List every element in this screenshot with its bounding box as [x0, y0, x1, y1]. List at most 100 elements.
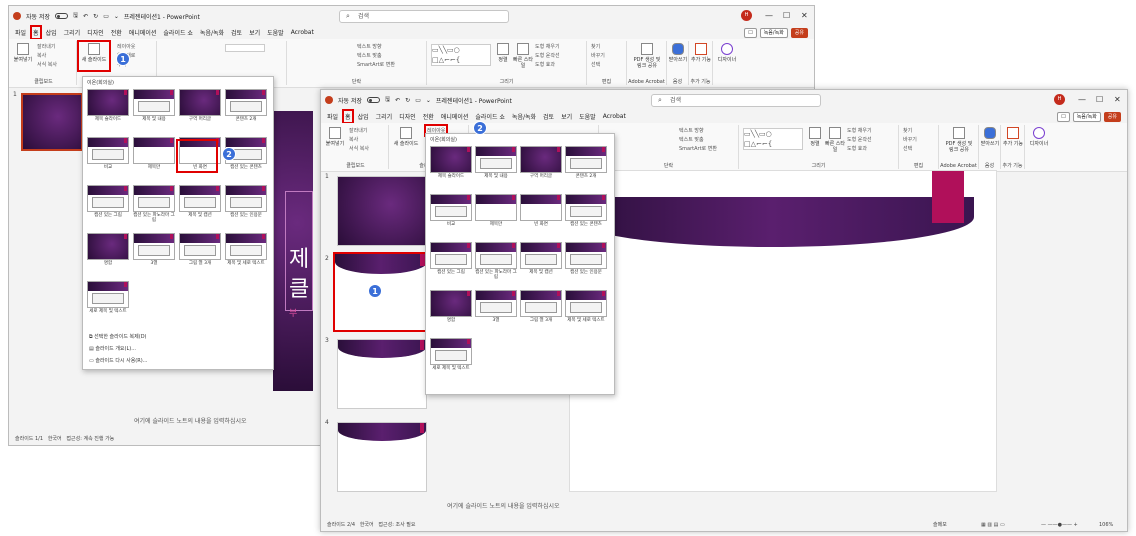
avatar[interactable]: H	[1054, 94, 1065, 105]
tab-review[interactable]: 검토	[543, 112, 554, 121]
tab-animations[interactable]: 애니메이션	[129, 28, 157, 37]
replace-button[interactable]: 바꾸기	[591, 52, 605, 59]
zoom-slider[interactable]: — ——●—— +	[1041, 519, 1078, 531]
slide-thumbnail-4[interactable]	[337, 422, 427, 492]
paste-button[interactable]: 붙여넣기	[325, 127, 345, 147]
cut-button[interactable]: 잘라내기	[349, 127, 367, 134]
dictate-button[interactable]: 받아쓰기	[668, 43, 688, 63]
align-text-button[interactable]: 텍스트 맞춤	[357, 52, 382, 59]
layout-option[interactable]: 캡션 있는 콘텐츠	[565, 194, 607, 227]
slide-canvas[interactable]	[569, 170, 997, 492]
slide-thumbnail-1[interactable]	[21, 93, 83, 151]
text-direction-button[interactable]: 텍스트 방향	[679, 127, 704, 134]
shape-effects-button[interactable]: 도형 효과	[847, 145, 867, 152]
layout-option[interactable]: 그림 열 3개	[520, 290, 562, 323]
layout-button[interactable]: 레이아웃	[117, 43, 135, 50]
tab-insert[interactable]: 삽입	[358, 112, 369, 121]
select-button[interactable]: 선택	[903, 145, 912, 152]
tab-animations[interactable]: 애니메이션	[441, 112, 469, 121]
arrange-button[interactable]: 정렬	[805, 127, 825, 147]
arrange-button[interactable]: 정렬	[493, 43, 513, 63]
quick-styles-button[interactable]: 빠른 스타일	[825, 127, 845, 153]
layout-option[interactable]: 제목 및 캡션	[179, 185, 221, 218]
tab-transitions[interactable]: 전환	[111, 28, 122, 37]
layout-option[interactable]: 캡션 있는 파노라마 그림	[475, 242, 517, 280]
format-painter-button[interactable]: 서식 복사	[37, 61, 57, 68]
designer-button[interactable]: 디자이너	[1029, 127, 1049, 147]
tab-acrobat[interactable]: Acrobat	[603, 113, 626, 120]
tab-file[interactable]: 파일	[15, 28, 26, 37]
reuse-slides-item[interactable]: ▭ 슬라이드 다시 사용(R)...	[89, 357, 147, 364]
tab-slideshow[interactable]: 슬라이드 쇼	[475, 112, 505, 121]
layout-option[interactable]: 제목 슬라이드	[87, 89, 129, 122]
tab-review[interactable]: 검토	[231, 28, 242, 37]
layout-option[interactable]: 제목 슬라이드	[430, 146, 472, 179]
layout-option[interactable]: 비교	[430, 194, 472, 227]
tab-acrobat[interactable]: Acrobat	[291, 29, 314, 36]
layout-option[interactable]: 비교	[87, 137, 129, 170]
comment-button[interactable]: ☐	[744, 27, 757, 38]
layout-option[interactable]: 캡션 있는 그림	[430, 242, 472, 275]
layout-option[interactable]: 제목만	[133, 137, 175, 170]
tab-record[interactable]: 녹음/녹화	[512, 112, 536, 121]
tab-design[interactable]: 디자인	[87, 28, 104, 37]
layout-option[interactable]: 제목 및 내용	[133, 89, 175, 122]
layout-option[interactable]: 빈 화면	[520, 194, 562, 227]
tab-draw[interactable]: 그리기	[64, 28, 81, 37]
minimize-icon[interactable]: —	[765, 11, 773, 20]
format-painter-button[interactable]: 서식 복사	[349, 145, 369, 152]
tab-design[interactable]: 디자인	[399, 112, 416, 121]
copy-button[interactable]: 복사	[349, 136, 358, 143]
layout-option[interactable]: 캡션 있는 인용문	[225, 185, 267, 218]
layout-option[interactable]: 콘텐츠 2개	[225, 89, 267, 122]
duplicate-slide-item[interactable]: ⧉ 선택한 슬라이드 복제(D)	[89, 333, 147, 340]
notes-pane[interactable]: 여기에 슬라이드 노트의 내용을 입력하십시오	[134, 416, 247, 425]
layout-option[interactable]: 캡션 있는 그림	[87, 185, 129, 218]
designer-button[interactable]: 디자이너	[717, 43, 737, 63]
zoom-level[interactable]: 106%	[1099, 519, 1113, 531]
accessibility-status[interactable]: 접근성: 계속 진행 가능	[66, 436, 114, 442]
record-button[interactable]: 녹음/녹화	[1072, 111, 1101, 122]
shape-outline-button[interactable]: 도형 윤곽선	[535, 52, 560, 59]
tab-record[interactable]: 녹음/녹화	[200, 28, 224, 37]
smartart-button[interactable]: SmartArt로 변환	[357, 61, 395, 68]
tab-help[interactable]: 도움말	[579, 112, 596, 121]
save-icon[interactable]: 🖫	[385, 95, 390, 105]
tab-view[interactable]: 보기	[249, 28, 260, 37]
close-icon[interactable]: ✕	[1114, 95, 1121, 104]
accessibility-status[interactable]: 접근성: 조사 필요	[378, 522, 415, 528]
restore-icon[interactable]: ☐	[783, 11, 790, 20]
search-input[interactable]: ⌕ 검색	[651, 94, 821, 107]
layout-option[interactable]: 제목만	[475, 194, 517, 227]
present-icon[interactable]: ▭	[103, 13, 109, 20]
record-button[interactable]: 녹음/녹화	[759, 27, 788, 38]
addins-button[interactable]: 추가 기능	[1003, 127, 1023, 147]
new-slide-button[interactable]: 새 슬라이드	[77, 40, 111, 72]
layout-option[interactable]: 세로 제목 및 텍스트	[430, 338, 472, 371]
layout-option[interactable]: 캡션 있는 인용문	[565, 242, 607, 275]
language-indicator[interactable]: 한국어	[48, 436, 62, 442]
tab-slideshow[interactable]: 슬라이드 쇼	[163, 28, 193, 37]
tab-help[interactable]: 도움말	[267, 28, 284, 37]
tab-insert[interactable]: 삽입	[46, 28, 57, 37]
notes-pane[interactable]: 여기에 슬라이드 노트의 내용을 입력하십시오	[447, 501, 560, 510]
view-buttons[interactable]: ▦ ▥ ▤ ▭	[981, 519, 1005, 531]
find-button[interactable]: 찾기	[591, 43, 600, 50]
layout-option[interactable]: 콘텐츠 2개	[565, 146, 607, 179]
autosave-toggle[interactable]	[55, 13, 68, 19]
share-button[interactable]: 공유	[790, 27, 808, 38]
tab-draw[interactable]: 그리기	[376, 112, 393, 121]
slide-outline-item[interactable]: ▤ 슬라이드 개요(L)...	[89, 345, 136, 352]
new-slide-button[interactable]: 새 슬라이드	[392, 127, 420, 147]
dictate-button[interactable]: 받아쓰기	[980, 127, 1000, 147]
minimize-icon[interactable]: —	[1078, 95, 1086, 104]
layout-option[interactable]: 그림 열 3개	[179, 233, 221, 266]
undo-icon[interactable]: ↶	[395, 97, 400, 104]
tab-file[interactable]: 파일	[327, 112, 338, 121]
pdf-button[interactable]: PDF 생성 및 링크 공유	[943, 127, 975, 153]
qat-more-icon[interactable]: ⌄	[426, 97, 431, 104]
tab-view[interactable]: 보기	[561, 112, 572, 121]
addins-button[interactable]: 추가 기능	[691, 43, 711, 63]
slide-thumbnail-1[interactable]	[337, 176, 427, 246]
layout-option[interactable]: 제목 및 세로 텍스트	[225, 233, 267, 266]
